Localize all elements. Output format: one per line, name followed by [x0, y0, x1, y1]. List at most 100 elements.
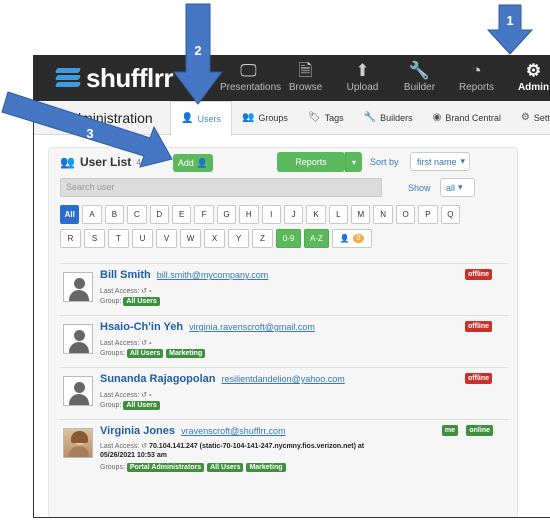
last-access-value: -	[149, 288, 152, 295]
group-tag[interactable]: Portal Administrators	[126, 463, 205, 472]
letter-button[interactable]: E	[171, 205, 192, 224]
nav-reports[interactable]: ◔ Reports	[448, 55, 505, 101]
letter-all-button[interactable]: All	[60, 205, 80, 224]
nav-admin[interactable]: ⚙ Admin	[505, 55, 550, 101]
letter-button[interactable]: R	[60, 229, 81, 248]
nav-upload[interactable]: ⬆ Upload	[334, 55, 391, 101]
tab-settings[interactable]: ⚙ Settin	[511, 101, 550, 135]
show-select[interactable]: all ▾	[440, 178, 475, 197]
user-list-panel: 👥 User List 4 o Add 👤 Reports ▾ Sort by …	[48, 147, 518, 517]
group-tag[interactable]: All Users	[126, 349, 164, 358]
user-name[interactable]: Virginia Jones	[100, 425, 175, 437]
letter-button[interactable]: J	[283, 205, 304, 224]
letter-button[interactable]: O	[395, 205, 416, 224]
tab-groups[interactable]: 👥 Groups	[232, 101, 298, 135]
letter-button[interactable]: Y	[228, 229, 249, 248]
letter-button[interactable]: H	[239, 205, 259, 224]
group-tag[interactable]: Marketing	[246, 463, 286, 472]
user-name-line: Sunanda Rajagopolan resilientdandelion@y…	[100, 373, 345, 385]
last-access-value: -	[149, 392, 152, 399]
letter-button[interactable]: A	[82, 205, 102, 224]
add-user-button[interactable]: Add 👤	[173, 154, 213, 172]
show-value: all	[446, 182, 456, 193]
letter-button[interactable]: V	[156, 229, 177, 248]
user-groups: Groups: All Users Marketing	[100, 349, 206, 358]
avatar	[63, 428, 93, 458]
logo-mark-icon	[54, 67, 82, 89]
letter-button[interactable]: S	[84, 229, 105, 248]
letter-button[interactable]: Z	[252, 229, 273, 248]
document-icon: 🗎	[298, 61, 313, 80]
sort-select[interactable]: first name ▾	[410, 152, 470, 171]
tab-label: Builders	[380, 113, 413, 123]
letter-button[interactable]: P	[418, 205, 438, 224]
show-label: Show	[408, 183, 431, 193]
letter-button[interactable]: M	[351, 205, 371, 224]
history-icon: ↺	[141, 443, 148, 450]
user-name[interactable]: Sunanda Rajagopolan	[100, 373, 216, 385]
last-access-value: -	[149, 340, 152, 347]
groups-label: Groups:	[100, 464, 125, 471]
tab-users[interactable]: 👤 Users	[170, 101, 232, 136]
list-item[interactable]: Hsaio-Ch'in Yeh virginia.ravenscroft@gma…	[60, 315, 508, 367]
letter-row-1: All A B C D E F G H I J K L M N O P Q	[60, 205, 461, 224]
reports-dropdown-toggle[interactable]: ▾	[345, 152, 362, 172]
letter-button[interactable]: N	[373, 205, 393, 224]
history-icon: ↺	[141, 288, 148, 295]
user-name[interactable]: Hsaio-Ch'in Yeh	[100, 321, 183, 333]
list-item[interactable]: Sunanda Rajagopolan resilientdandelion@y…	[60, 367, 508, 419]
list-item[interactable]: Bill Smith bill.smith@mycompany.com Last…	[60, 263, 508, 315]
group-tag[interactable]: Marketing	[166, 349, 206, 358]
nav-builder[interactable]: 🔧 Builder	[391, 55, 448, 101]
range-a-z-button[interactable]: A-Z	[304, 229, 329, 248]
logo-text: shufflrr	[86, 62, 174, 93]
user-name[interactable]: Bill Smith	[100, 269, 151, 281]
nav-label: Presentations	[220, 82, 282, 93]
letter-button[interactable]: X	[204, 229, 225, 248]
nav-browse[interactable]: 🗎 Browse	[277, 55, 334, 101]
palette-icon: ◉	[432, 112, 442, 123]
letter-button[interactable]: D	[149, 205, 169, 224]
reports-button[interactable]: Reports	[277, 152, 345, 172]
user-email[interactable]: bill.smith@mycompany.com	[157, 270, 269, 280]
letter-button[interactable]: L	[328, 205, 349, 224]
pending-users-button[interactable]: 👤 0	[332, 229, 372, 248]
nav-presentations[interactable]: 🖵 Presentations	[220, 55, 281, 101]
letter-button[interactable]: G	[216, 205, 237, 224]
tab-label: Tags	[324, 113, 344, 123]
user-email[interactable]: vravenscroft@shufflrr.com	[181, 426, 286, 436]
tab-tags[interactable]: 🏷 Tags	[298, 101, 354, 135]
last-access-date: 05/26/2021 10:53 am	[100, 452, 167, 459]
status-badge: offline	[465, 373, 492, 384]
letter-button[interactable]: T	[108, 229, 129, 248]
letter-button[interactable]: C	[127, 205, 147, 224]
letter-button[interactable]: K	[306, 205, 326, 224]
last-access: Last Access: ↺ -	[100, 287, 151, 295]
annotation-number: 1	[506, 13, 513, 28]
user-name-line: Hsaio-Ch'in Yeh virginia.ravenscroft@gma…	[100, 321, 315, 333]
last-access-label: Last Access:	[100, 443, 140, 450]
group-tag[interactable]: All Users	[207, 463, 244, 472]
user-email[interactable]: resilientdandelion@yahoo.com	[222, 374, 345, 384]
letter-button[interactable]: F	[194, 205, 214, 224]
user-count: 4 o	[136, 157, 148, 167]
range-0-9-button[interactable]: 0-9	[276, 229, 301, 248]
users-icon: 👥	[60, 155, 75, 169]
letter-button[interactable]: Q	[440, 205, 461, 224]
caret-down-icon: ▾	[458, 182, 463, 192]
shufflrr-logo[interactable]: shufflrr	[54, 62, 174, 93]
letter-button[interactable]: W	[180, 229, 201, 248]
tab-brand-central[interactable]: ◉ Brand Central	[423, 101, 511, 135]
user-email[interactable]: virginia.ravenscroft@gmail.com	[189, 322, 315, 332]
screenshot-stage: shufflrr 🖵 Presentations 🗎 Browse ⬆ Uplo…	[0, 0, 550, 522]
letter-button[interactable]: U	[132, 229, 153, 248]
list-item[interactable]: Virginia Jones vravenscroft@shufflrr.com…	[60, 419, 508, 489]
group-tag[interactable]: All Users	[123, 401, 160, 410]
letter-filter: All A B C D E F G H I J K L M N O P Q R S T U V W X Y Z 0-9 A-Z 👤 0	[60, 205, 461, 253]
group-tag[interactable]: All Users	[123, 297, 160, 306]
user-name-line: Bill Smith bill.smith@mycompany.com	[100, 269, 268, 281]
letter-button[interactable]: B	[104, 205, 125, 224]
search-input[interactable]: Search user	[60, 178, 382, 197]
letter-button[interactable]: I	[261, 205, 281, 224]
tab-builders[interactable]: 🔧 Builders	[354, 101, 423, 135]
